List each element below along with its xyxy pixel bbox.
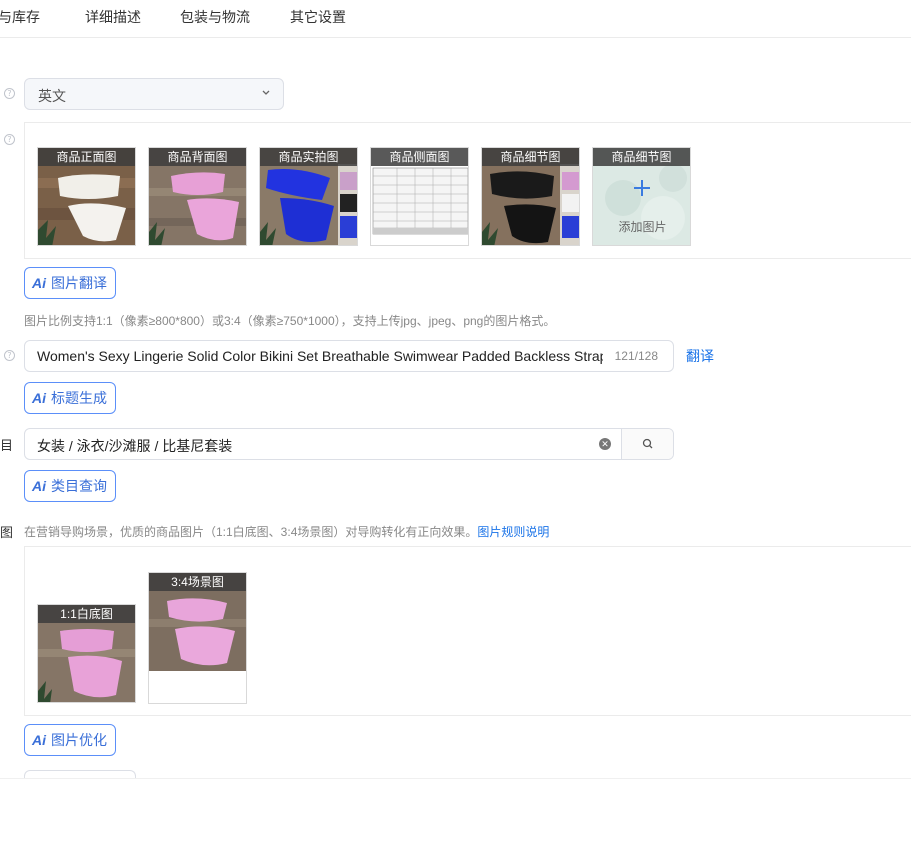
title-input-value: Women's Sexy Lingerie Solid Color Bikini… [37, 348, 603, 364]
product-image-side[interactable]: 商品侧面图 [370, 147, 469, 246]
ai-icon: Ai [32, 732, 46, 748]
translate-link[interactable]: 翻译 [686, 346, 714, 366]
image-caption: 商品背面图 [149, 148, 246, 166]
marketing-image-panel: 1:1白底图 3:4场景图 [24, 546, 911, 716]
marketing-side-label: 图 [0, 525, 14, 540]
image-translate-label: 图片翻译 [51, 275, 107, 291]
marketing-image-square[interactable]: 1:1白底图 [37, 604, 136, 703]
tab-bar: 与库存 详细描述 包装与物流 其它设置 [0, 0, 911, 38]
add-image-slot[interactable]: 商品细节图 添加图片 [592, 147, 691, 246]
image-format-hint: 图片比例支持1:1（像素≥800*800）或3:4（像素≥750*1000），支… [24, 314, 556, 328]
marketing-hint-text: 在营销导购场景，优质的商品图片（1:1白底图、3:4场景图）对导购转化有正向效果… [24, 525, 478, 539]
title-generate-button[interactable]: Ai 标题生成 [24, 382, 116, 414]
image-caption: 3:4场景图 [149, 573, 246, 591]
image-rules-link[interactable]: 图片规则说明 [477, 525, 549, 539]
tab-price-stock[interactable]: 与库存 [0, 7, 40, 27]
help-icon[interactable]: ? [4, 134, 15, 145]
category-value: 女装 / 泳衣/沙滩服 / 比基尼套装 [37, 438, 233, 454]
marketing-hint: 在营销导购场景，优质的商品图片（1:1白底图、3:4场景图）对导购转化有正向效果… [24, 523, 549, 540]
product-image-panel: 商品正面图 商品背面图 商品实拍图 商品侧面图 商品细节图 商品细节图 添加图片 [24, 122, 911, 259]
marketing-image-portrait[interactable]: 3:4场景图 [148, 572, 247, 704]
title-generate-label: 标题生成 [51, 390, 107, 406]
tab-other-settings[interactable]: 其它设置 [290, 7, 346, 27]
product-image-real[interactable]: 商品实拍图 [259, 147, 358, 246]
ai-icon: Ai [32, 478, 46, 494]
search-icon [642, 438, 653, 449]
help-icon[interactable]: ? [4, 88, 15, 99]
category-search-button[interactable] [621, 429, 673, 459]
title-input[interactable]: Women's Sexy Lingerie Solid Color Bikini… [24, 340, 674, 372]
page-footer-area [0, 778, 911, 848]
ai-icon: Ai [32, 390, 46, 406]
image-caption: 1:1白底图 [38, 605, 135, 623]
title-char-count: 121/128 [614, 349, 658, 363]
category-input[interactable]: 女装 / 泳衣/沙滩服 / 比基尼套装 ✕ [24, 428, 674, 460]
language-select-value: 英文 [38, 88, 66, 104]
product-image-front[interactable]: 商品正面图 [37, 147, 136, 246]
category-side-label: 目 [0, 438, 14, 453]
image-caption: 商品实拍图 [260, 148, 357, 166]
category-query-label: 类目查询 [51, 478, 107, 494]
chevron-down-icon [262, 90, 270, 95]
ai-icon: Ai [32, 275, 46, 291]
product-image-back[interactable]: 商品背面图 [148, 147, 247, 246]
image-optimize-button[interactable]: Ai 图片优化 [24, 724, 116, 756]
image-caption: 商品细节图 [482, 148, 579, 166]
language-select[interactable]: 英文 [24, 78, 284, 110]
image-caption: 商品正面图 [38, 148, 135, 166]
image-optimize-label: 图片优化 [51, 732, 107, 748]
plus-icon [633, 179, 651, 197]
tab-description[interactable]: 详细描述 [85, 7, 141, 27]
image-caption: 商品细节图 [593, 148, 690, 166]
clear-icon[interactable]: ✕ [599, 438, 611, 450]
category-query-button[interactable]: Ai 类目查询 [24, 470, 116, 502]
image-caption: 商品侧面图 [371, 148, 468, 166]
product-image-detail[interactable]: 商品细节图 [481, 147, 580, 246]
tab-packaging-logistics[interactable]: 包装与物流 [180, 7, 250, 27]
help-icon[interactable]: ? [4, 350, 15, 361]
image-translate-button[interactable]: Ai 图片翻译 [24, 267, 116, 299]
add-image-label: 添加图片 [618, 220, 667, 234]
